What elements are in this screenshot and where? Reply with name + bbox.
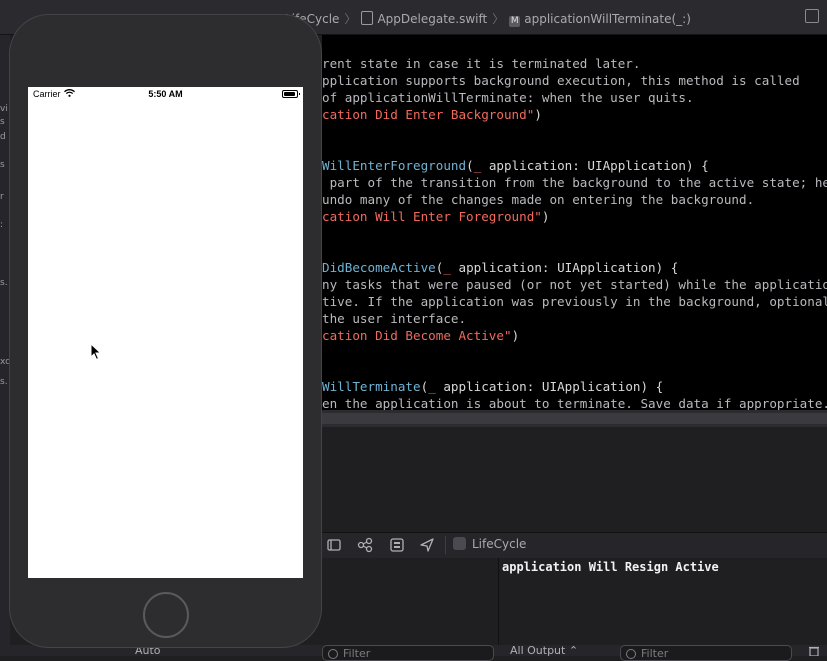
code-token: undo many of the changes made on enterin… — [322, 192, 755, 207]
variables-filter-field[interactable]: Filter — [322, 645, 494, 661]
code-token: ) — [541, 209, 550, 224]
chevron-right-icon: 〉 — [344, 12, 357, 26]
code-token: tive. If the application was previously … — [322, 294, 827, 309]
breadcrumb: LifeCycle 〉 AppDelegate.swift 〉 Mapplication… — [285, 10, 691, 27]
breakpoints-icon[interactable] — [357, 537, 373, 553]
code-token: WillTerminate — [322, 379, 421, 394]
swift-file-icon — [361, 11, 374, 25]
debug-bar — [322, 532, 827, 559]
navigator-fragment[interactable]: s. — [0, 377, 8, 387]
code-line[interactable]: cation Did Enter Background") — [322, 106, 542, 123]
code-line[interactable]: DidBecomeActive(_ application: UIApplica… — [322, 259, 678, 276]
status-time: 5:50 AM — [148, 89, 183, 99]
code-token: ) — [511, 328, 520, 343]
console-filter-field[interactable]: Filter — [620, 645, 792, 661]
code-token: DidBecomeActive — [322, 260, 436, 275]
status-bar: Carrier 5:50 AM — [28, 87, 303, 103]
chevron-right-icon: 〉 — [492, 12, 505, 26]
breadcrumb-file[interactable]: AppDelegate.swift — [377, 12, 487, 26]
code-token: _ — [443, 260, 451, 275]
console-output: application Will Resign Active — [502, 560, 719, 574]
scheme-label[interactable]: LifeCycle — [472, 537, 526, 551]
code-token: ) — [534, 107, 542, 122]
code-line[interactable]: part of the transition from the backgrou… — [322, 174, 827, 191]
code-line[interactable]: WillEnterForeground(_ application: UIApp… — [322, 157, 709, 174]
divider — [445, 536, 446, 554]
filter-icon — [626, 649, 636, 659]
app-target-icon — [453, 537, 466, 550]
code-token: cation Did Become Active" — [322, 328, 512, 343]
simulator-screen[interactable]: Carrier 5:50 AM — [28, 87, 303, 578]
mouse-cursor-icon — [90, 343, 102, 361]
home-button[interactable] — [143, 592, 189, 638]
navigator-fragment[interactable]: vi — [0, 104, 8, 114]
code-token: part of the transition from the backgrou… — [322, 175, 827, 190]
method-icon: M — [509, 16, 521, 27]
code-token: en the application is about to terminate… — [322, 396, 827, 410]
source-editor[interactable]: rent state in case it is terminated late… — [322, 35, 827, 410]
code-line[interactable]: en the application is about to terminate… — [322, 395, 827, 410]
code-line[interactable]: WillTerminate(_ application: UIApplicati… — [322, 378, 663, 395]
navigator-fragment[interactable]: s. — [0, 278, 8, 288]
editor-empty-area — [322, 427, 827, 532]
navigator-fragment[interactable]: : — [0, 220, 3, 230]
hide-debug-area-icon[interactable] — [326, 537, 342, 553]
editor-options-icon[interactable] — [805, 9, 819, 23]
scrollbar-thumb[interactable] — [322, 413, 827, 424]
variables-view[interactable] — [322, 558, 499, 648]
trash-icon[interactable] — [808, 646, 820, 656]
console-view[interactable]: application Will Resign Active — [499, 558, 827, 648]
code-line[interactable]: cation Will Enter Foreground") — [322, 208, 549, 225]
code-line[interactable]: tive. If the application was previously … — [322, 293, 827, 310]
code-token: pplication supports background execution… — [322, 73, 800, 88]
debug-memory-graph-icon[interactable] — [389, 537, 405, 553]
filter-icon — [328, 649, 338, 659]
filter-placeholder: Filter — [641, 647, 669, 660]
navigator-fragment[interactable]: s — [0, 160, 5, 170]
code-line[interactable]: undo many of the changes made on enterin… — [322, 191, 754, 208]
code-token: rent state in case it is terminated late… — [322, 56, 641, 71]
code-token: ny tasks that were paused (or not yet st… — [322, 277, 827, 292]
location-arrow-icon[interactable] — [419, 537, 435, 553]
code-line[interactable]: ny tasks that were paused (or not yet st… — [322, 276, 827, 293]
code-line[interactable]: pplication supports background execution… — [322, 72, 800, 89]
battery-icon — [282, 90, 300, 98]
code-token: application: UIApplication) { — [481, 158, 709, 173]
navigator-fragment[interactable]: r — [0, 192, 4, 202]
navigator-fragment[interactable]: s — [0, 117, 5, 127]
code-line[interactable]: the user interface. — [322, 310, 466, 327]
code-token: cation Did Enter Background" — [322, 107, 535, 122]
navigator-fragment[interactable]: d — [0, 132, 6, 142]
code-line[interactable]: rent state in case it is terminated late… — [322, 55, 640, 72]
breadcrumb-method[interactable]: applicationWillTerminate(_:) — [524, 12, 691, 26]
code-token: of applicationWillTerminate: when the us… — [322, 90, 694, 105]
console-output-selector[interactable]: All Output ⌃ — [510, 644, 578, 657]
editor-horizontal-scrollbar[interactable] — [322, 410, 827, 427]
filter-placeholder: Filter — [343, 647, 371, 660]
code-line[interactable]: of applicationWillTerminate: when the us… — [322, 89, 694, 106]
code-token: application: UIApplication) { — [450, 260, 679, 275]
code-token: WillEnterForeground — [322, 158, 467, 173]
code-token: cation Will Enter Foreground" — [322, 209, 542, 224]
code-line[interactable]: cation Did Become Active") — [322, 327, 519, 344]
code-token: _ — [428, 379, 436, 394]
code-token: the user interface. — [322, 311, 467, 326]
code-token: application: UIApplication) { — [435, 379, 664, 394]
code-token: ( — [466, 158, 474, 173]
